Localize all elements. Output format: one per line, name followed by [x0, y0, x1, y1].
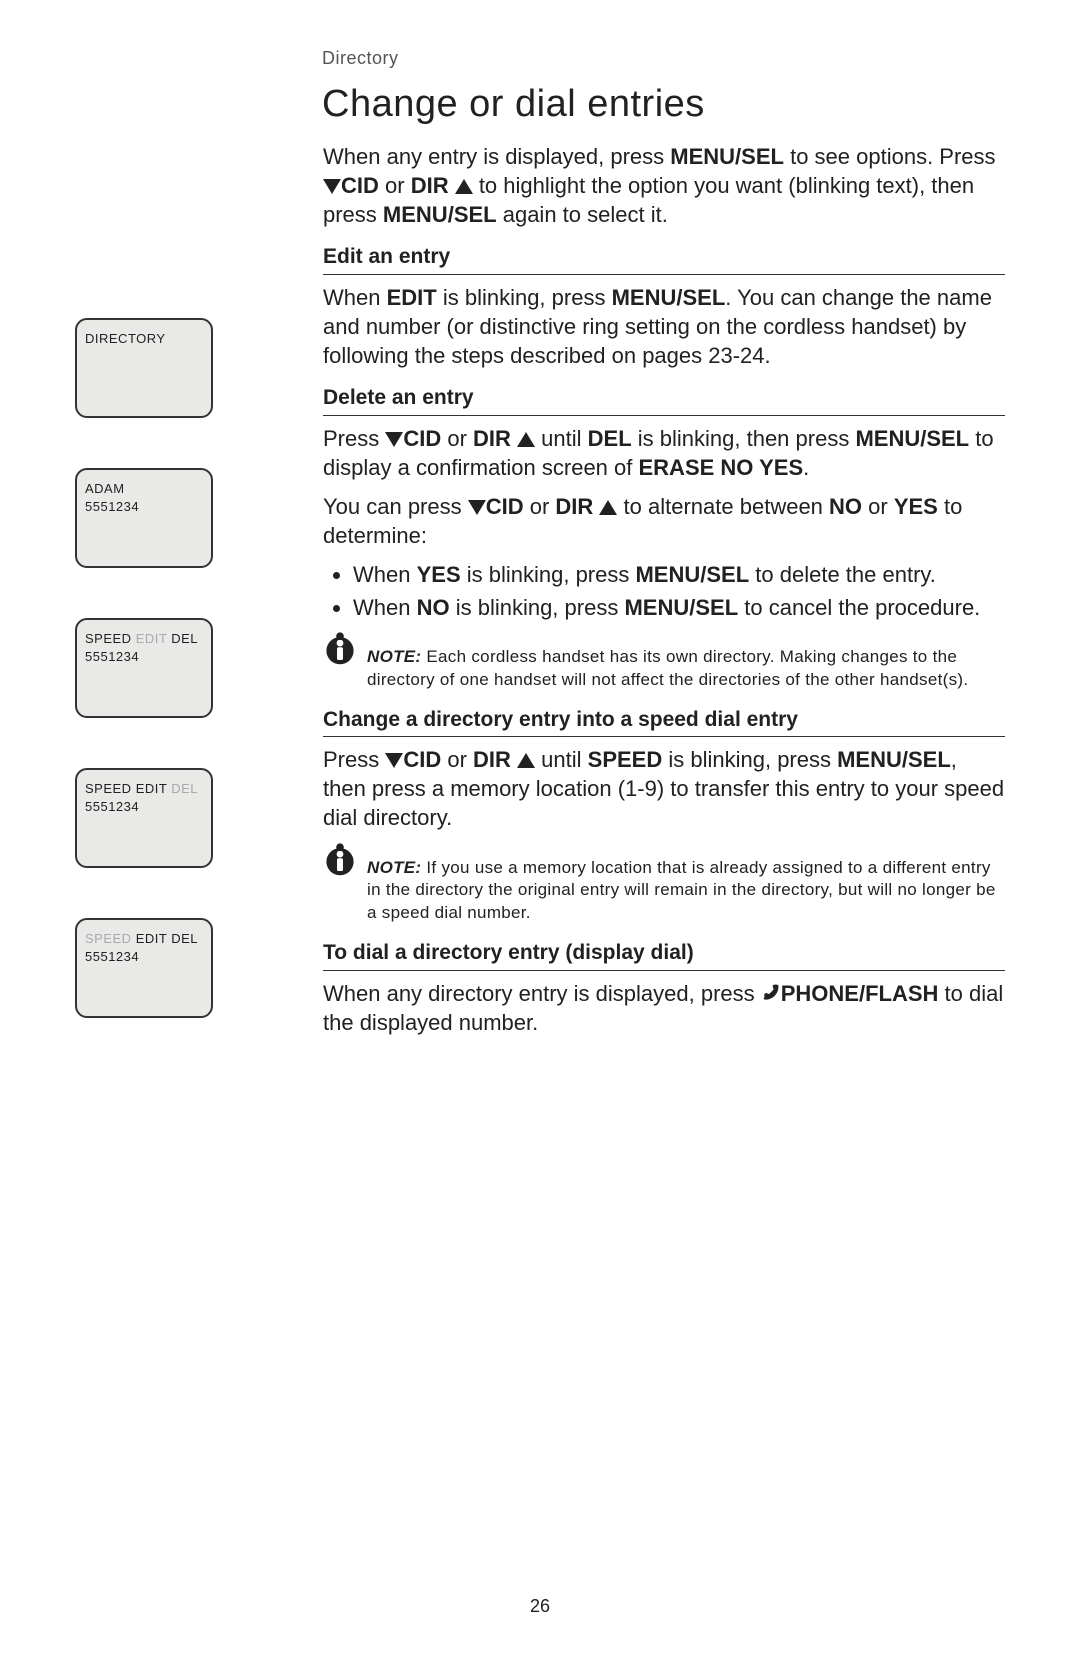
section-heading-edit: Edit an entry: [323, 243, 1005, 275]
lcd-word: DEL: [171, 631, 198, 646]
note-2: NOTE: If you use a memory location that …: [323, 843, 1005, 926]
phone-icon: [761, 983, 781, 1003]
lcd-line: 5551234: [85, 648, 203, 666]
delete-paragraph-1: Press CID or DIR until DEL is blinking, …: [323, 424, 1005, 482]
lcd-word: SPEED: [85, 781, 132, 796]
lcd-word-dim: SPEED: [85, 931, 132, 946]
info-icon: [323, 843, 357, 877]
main-content: When any entry is displayed, press MENU/…: [323, 142, 1005, 1068]
lcd-word: EDIT: [136, 781, 167, 796]
lcd-line: 5551234: [85, 798, 203, 816]
note-1: NOTE: Each cordless handset has its own …: [323, 632, 1005, 692]
lcd-adam: ADAM 5551234: [75, 468, 213, 568]
lcd-line: ADAM: [85, 480, 203, 498]
delete-paragraph-2: You can press CID or DIR to alternate be…: [323, 492, 1005, 550]
list-item: When YES is blinking, press MENU/SEL to …: [353, 560, 1005, 589]
lcd-line: SPEED EDIT DEL: [85, 780, 203, 798]
delete-list: When YES is blinking, press MENU/SEL to …: [353, 560, 1005, 622]
lcd-line: SPEED EDIT DEL: [85, 930, 203, 948]
lcd-word: DEL: [171, 931, 198, 946]
info-icon: [323, 632, 357, 666]
triangle-down-icon: [385, 432, 403, 447]
triangle-down-icon: [468, 500, 486, 515]
lcd-word: EDIT: [136, 931, 167, 946]
lcd-speed-edit-del-1: SPEED EDIT DEL 5551234: [75, 618, 213, 718]
sidebar: DIRECTORY ADAM 5551234 SPEED EDIT DEL 55…: [75, 142, 295, 1068]
dial-paragraph: When any directory entry is displayed, p…: [323, 979, 1005, 1037]
lcd-word: SPEED: [85, 631, 132, 646]
note-text: NOTE: If you use a memory location that …: [367, 843, 1005, 926]
lcd-line: DIRECTORY: [85, 330, 203, 348]
edit-paragraph: When EDIT is blinking, press MENU/SEL. Y…: [323, 283, 1005, 370]
lcd-line: 5551234: [85, 498, 203, 516]
section-heading-speed: Change a directory entry into a speed di…: [323, 706, 1005, 738]
note-text: NOTE: Each cordless handset has its own …: [367, 632, 1005, 692]
intro-paragraph: When any entry is displayed, press MENU/…: [323, 142, 1005, 229]
triangle-down-icon: [323, 179, 341, 194]
breadcrumb: Directory: [322, 48, 1005, 69]
triangle-up-icon: [517, 432, 535, 447]
lcd-directory: DIRECTORY: [75, 318, 213, 418]
triangle-up-icon: [599, 500, 617, 515]
triangle-up-icon: [517, 753, 535, 768]
triangle-down-icon: [385, 753, 403, 768]
lcd-word-dim: EDIT: [136, 631, 167, 646]
lcd-line: 5551234: [85, 948, 203, 966]
lcd-speed-edit-del-2: SPEED EDIT DEL 5551234: [75, 768, 213, 868]
triangle-up-icon: [455, 179, 473, 194]
lcd-line: SPEED EDIT DEL: [85, 630, 203, 648]
lcd-word-dim: DEL: [171, 781, 198, 796]
section-heading-delete: Delete an entry: [323, 384, 1005, 416]
page-number: 26: [0, 1596, 1080, 1617]
list-item: When NO is blinking, press MENU/SEL to c…: [353, 593, 1005, 622]
lcd-speed-edit-del-3: SPEED EDIT DEL 5551234: [75, 918, 213, 1018]
page-title: Change or dial entries: [322, 83, 1005, 126]
section-heading-dial: To dial a directory entry (display dial): [323, 939, 1005, 971]
speed-paragraph: Press CID or DIR until SPEED is blinking…: [323, 745, 1005, 832]
